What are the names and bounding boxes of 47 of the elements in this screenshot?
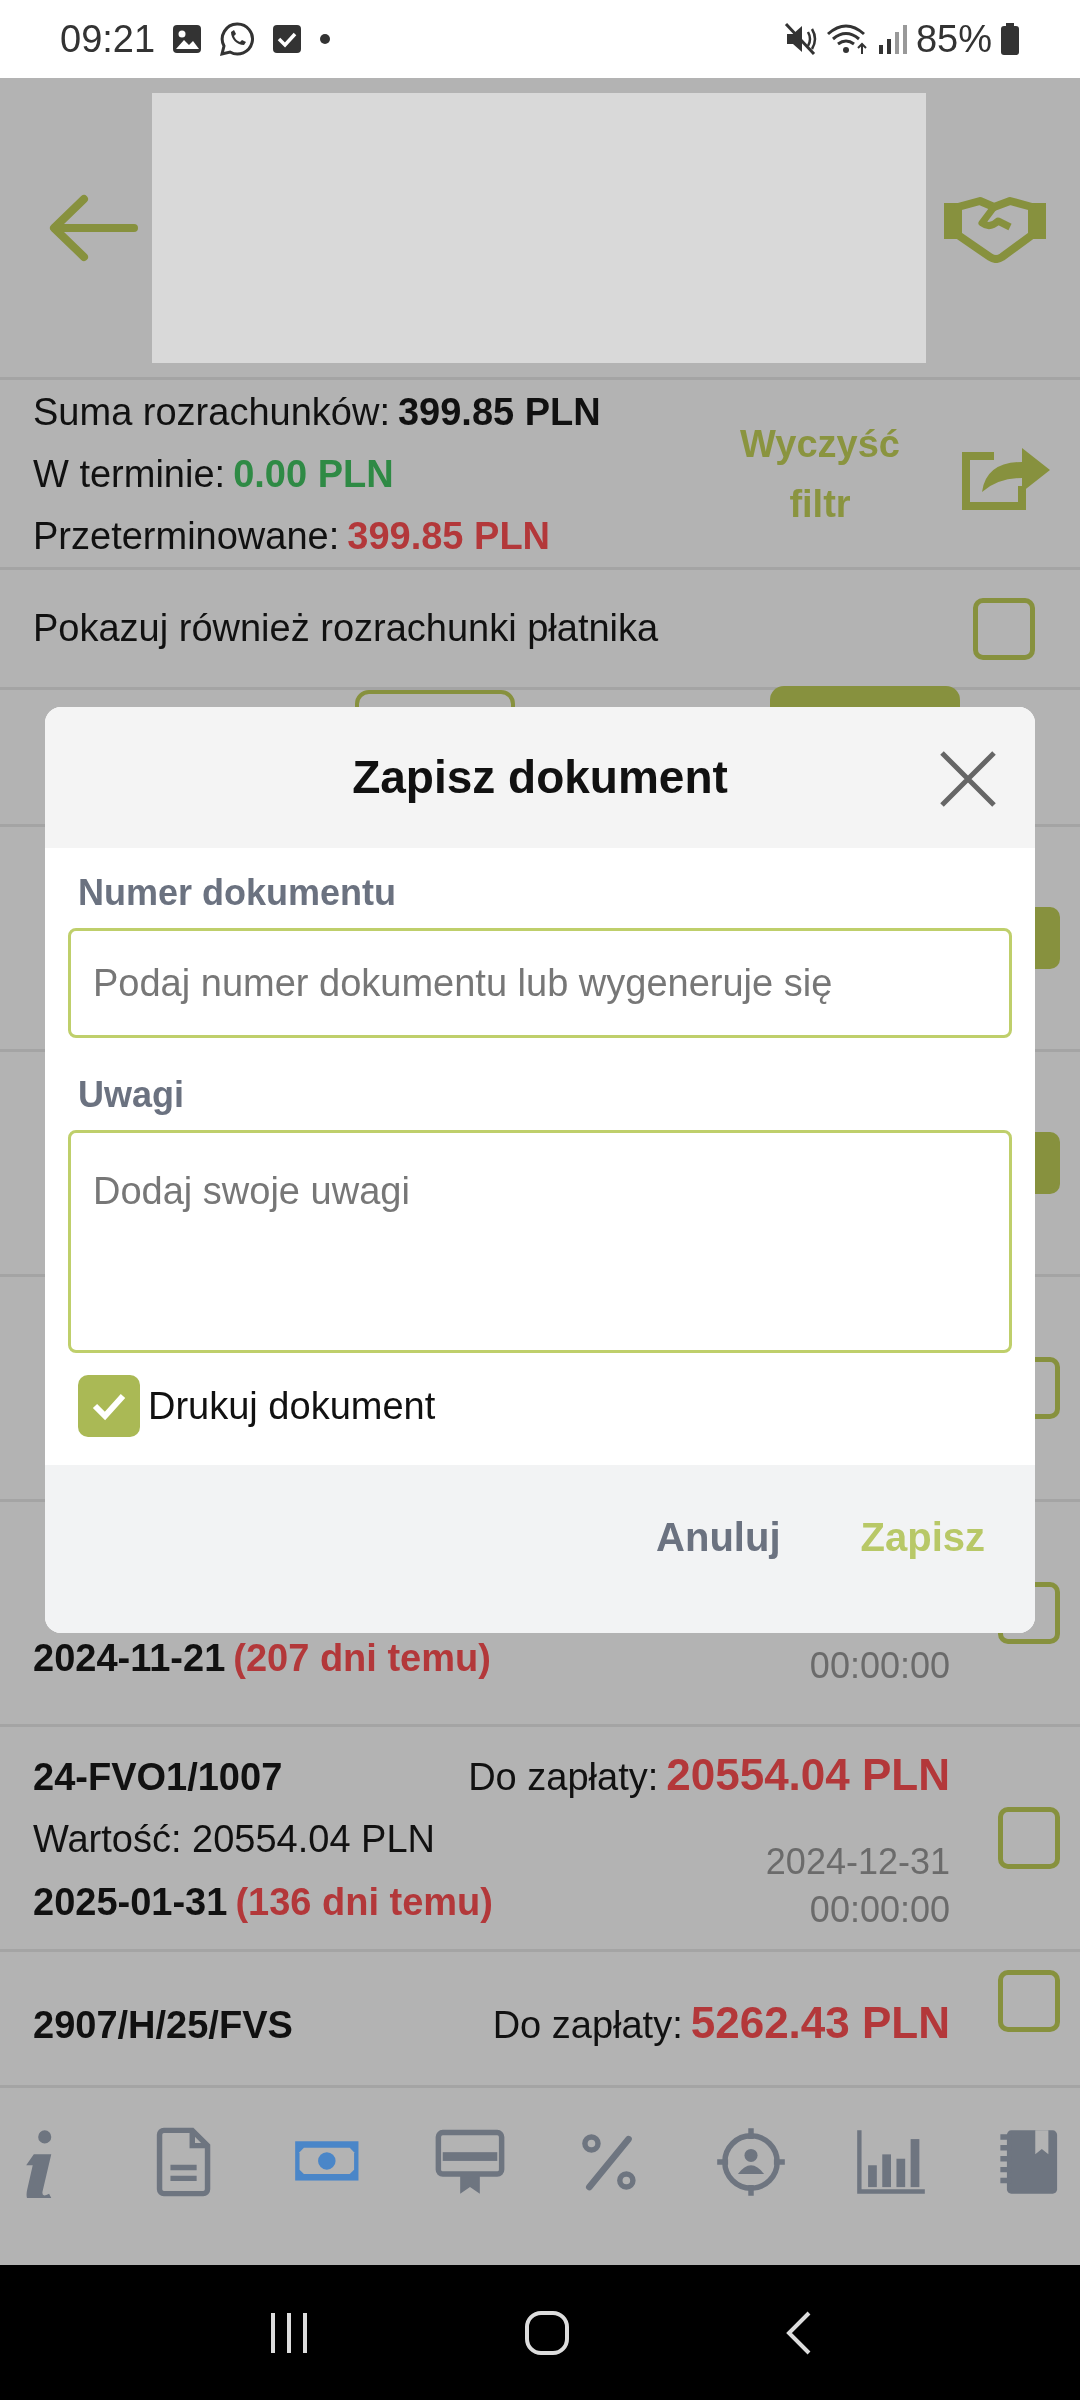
due-amount: 5262.43 PLN bbox=[690, 1996, 950, 2049]
checkbox[interactable] bbox=[973, 597, 1035, 660]
summary-label: Suma rozrachunków: bbox=[33, 389, 390, 435]
checkbox[interactable] bbox=[998, 1807, 1060, 1869]
document-number: 2907/H/25/FVS bbox=[33, 2002, 293, 2048]
dialog-title: Zapisz dokument bbox=[352, 750, 728, 805]
clear-filter-link[interactable]: Wyczyść filtr bbox=[730, 413, 910, 534]
overdue-days: (136 dni temu) bbox=[235, 1871, 493, 1934]
checkbox-label: Drukuj dokument bbox=[148, 1383, 436, 1429]
due-amount: 20554.04 PLN bbox=[666, 1749, 950, 1801]
battery-icon bbox=[1000, 22, 1020, 56]
field-label: Uwagi bbox=[77, 1073, 185, 1117]
due-date: 2024-11-21 bbox=[33, 1635, 226, 1681]
home-icon[interactable] bbox=[524, 2309, 570, 2356]
chat-icon bbox=[219, 21, 256, 57]
overdue-days: (207 dni temu) bbox=[233, 1626, 491, 1690]
issue-date: 2024-12-31 bbox=[765, 1840, 950, 1884]
mute-icon bbox=[783, 22, 818, 56]
save-button[interactable]: Zapisz bbox=[860, 1506, 985, 1567]
summary-value: 0.00 PLN bbox=[233, 451, 394, 497]
due-date: 2025-01-31 bbox=[33, 1880, 228, 1925]
document-value: Wartość: 20554.04 PLN bbox=[33, 1817, 437, 1862]
field-label: Numer dokumentu bbox=[77, 871, 398, 915]
issue-time: 00:00:00 bbox=[808, 1888, 950, 1932]
checkbox-icon bbox=[271, 23, 304, 55]
summary-label: Przeterminowane: bbox=[33, 513, 340, 559]
clock: 09:21 bbox=[60, 16, 156, 62]
checkbox[interactable] bbox=[78, 1375, 140, 1437]
due-label: Do zapłaty: bbox=[492, 2002, 683, 2048]
document-number: 24-FVO1/1007 bbox=[33, 1755, 283, 1800]
summary-label: W terminie: bbox=[33, 451, 226, 497]
summary-value: 399.85 PLN bbox=[397, 389, 601, 435]
target-person-icon[interactable] bbox=[714, 2125, 787, 2198]
due-label: Do zapłaty: bbox=[468, 1755, 659, 1800]
battery-level: 85% bbox=[915, 16, 992, 62]
signal-icon bbox=[877, 23, 908, 55]
checkbox[interactable] bbox=[998, 1970, 1060, 2032]
dot-icon bbox=[319, 33, 332, 45]
summary-value: 399.85 PLN bbox=[347, 513, 551, 559]
issue-time: 00:00:00 bbox=[809, 1643, 950, 1688]
document-number-field[interactable]: Podaj numer dokumentu lub wygeneruje się bbox=[68, 928, 1012, 1038]
image-icon bbox=[171, 23, 204, 55]
back-arrow-icon[interactable] bbox=[48, 192, 138, 263]
check-icon bbox=[91, 1391, 127, 1421]
toggle-label: Pokazuj również rozrachunki płatnika bbox=[33, 606, 659, 651]
notes-field[interactable]: Dodaj swoje uwagi bbox=[68, 1130, 1012, 1353]
cancel-button[interactable]: Anuluj bbox=[656, 1506, 781, 1567]
